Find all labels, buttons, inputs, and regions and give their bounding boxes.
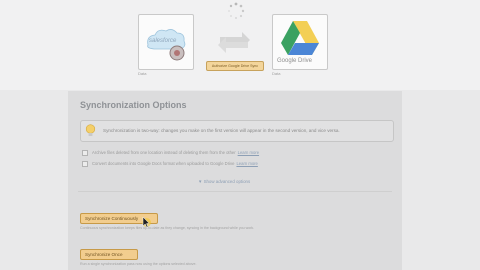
salesforce-app-tile[interactable]: salesforce	[138, 14, 194, 70]
option-label: Convert documents into Google Docs forma…	[92, 161, 235, 167]
notice-text: Synchronization is two-way: changes you …	[103, 128, 340, 133]
info-notice: Synchronization is two-way: changes you …	[80, 120, 394, 142]
option-archive-deleted[interactable]: Archive files deleted from one location …	[82, 150, 259, 156]
sync-options-panel: Synchronization Options Synchronization …	[68, 91, 402, 270]
convert-checkbox[interactable]	[82, 161, 88, 167]
option-label: Archive files deleted from one location …	[92, 150, 236, 156]
google-drive-app-tile[interactable]: Google Drive	[272, 14, 328, 70]
divider	[78, 191, 392, 192]
google-drive-logo-text: Google Drive	[277, 58, 313, 64]
sync-arrows-icon	[218, 32, 250, 53]
loading-spinner-icon	[228, 2, 245, 19]
archive-checkbox[interactable]	[82, 150, 88, 156]
salesforce-logo-text: salesforce	[149, 38, 177, 44]
mouse-pointer-icon	[142, 216, 150, 228]
continuous-description: Continuous synchronization keeps files u…	[80, 226, 255, 230]
panel-title: Synchronization Options	[80, 100, 187, 110]
authorize-button[interactable]: Authorize Google Drive Sync	[206, 61, 264, 71]
salesforce-caption: Data	[138, 71, 147, 76]
show-advanced-options-link[interactable]: ▼ Show advanced options	[198, 179, 250, 184]
once-description: Run a single synchronization pass now us…	[80, 262, 197, 266]
lightbulb-icon	[85, 124, 96, 136]
option-convert-docs[interactable]: Convert documents into Google Docs forma…	[82, 161, 258, 167]
google-drive-caption: Data	[272, 71, 281, 76]
learn-more-link[interactable]: Learn more	[238, 150, 259, 155]
learn-more-link[interactable]: Learn more	[236, 161, 257, 166]
synchronize-once-button[interactable]: Synchronize Once	[80, 249, 138, 260]
